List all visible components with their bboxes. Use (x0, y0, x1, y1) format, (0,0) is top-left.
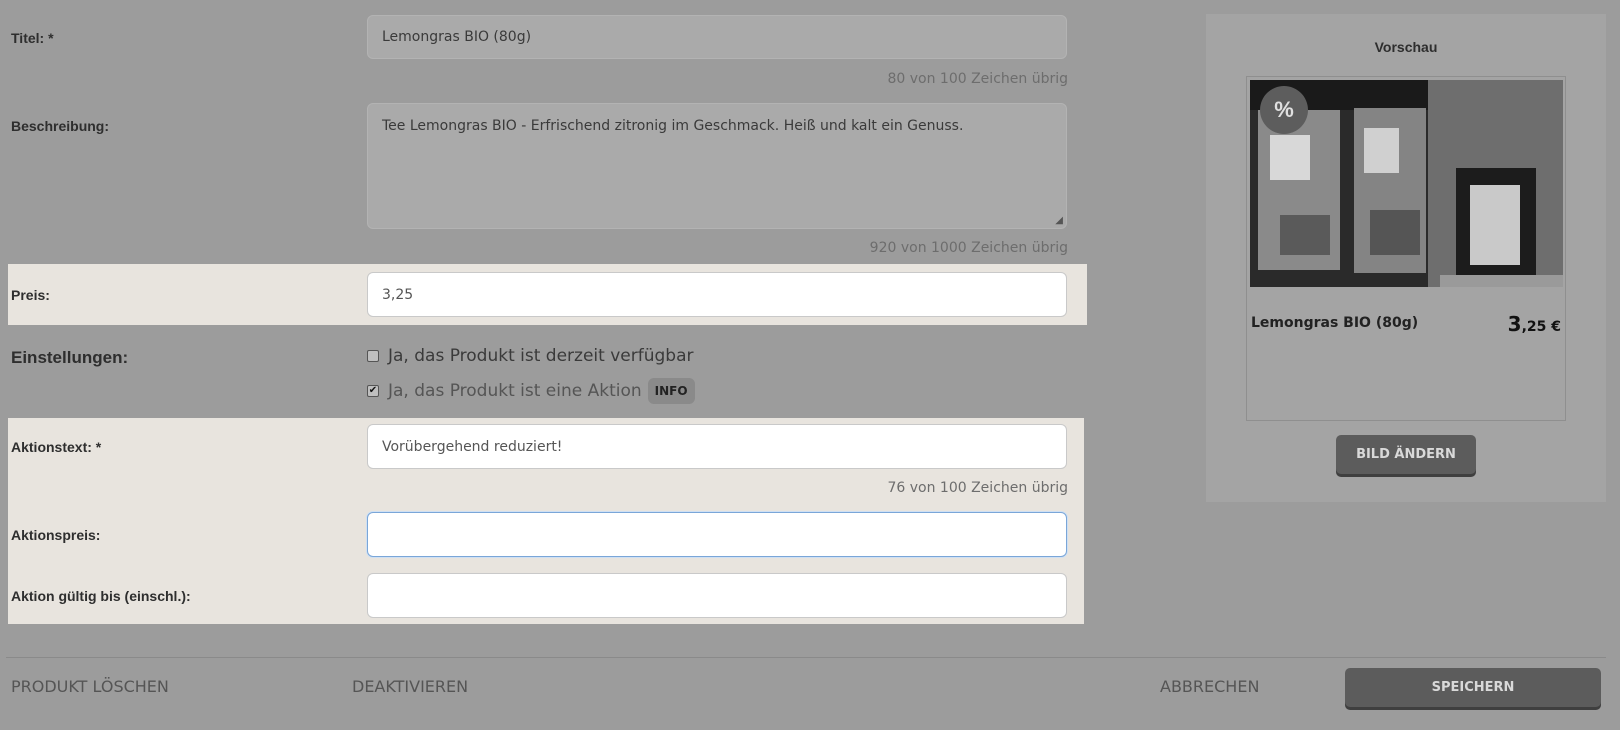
available-checkbox-row[interactable]: Ja, das Produkt ist derzeit verfügbar (367, 346, 693, 366)
product-tile: % Lemongras BIO (80g) 3,25 € (1246, 76, 1566, 421)
title-label: Titel: * (11, 30, 54, 46)
promo-checkbox[interactable]: ✔ (367, 385, 379, 397)
price-input[interactable]: 3,25 (367, 272, 1067, 317)
delete-product-button[interactable]: PRODUKT LÖSCHEN (11, 677, 169, 696)
promo-valid-label: Aktion gültig bis (einschl.): (11, 588, 191, 604)
change-image-button[interactable]: BILD ÄNDERN (1336, 435, 1476, 474)
info-badge[interactable]: INFO (647, 378, 695, 404)
promo-text-counter: 76 von 100 Zeichen übrig (887, 480, 1068, 496)
title-input-value: Lemongras BIO (80g) (382, 29, 532, 45)
price-input-value: 3,25 (382, 286, 414, 303)
promo-valid-input[interactable] (367, 573, 1067, 618)
footer-divider (6, 657, 1606, 658)
preview-price-rest: ,25 € (1521, 319, 1561, 335)
description-textarea[interactable]: Tee Lemongras BIO - Erfrischend zitronig… (367, 103, 1067, 229)
promo-price-label: Aktionspreis: (11, 527, 101, 543)
promo-text-input[interactable]: Vorübergehend reduziert! (367, 424, 1067, 469)
cancel-button[interactable]: ABBRECHEN (1160, 677, 1259, 696)
available-checkbox[interactable] (367, 350, 379, 362)
save-button[interactable]: SPEICHERN (1345, 668, 1601, 707)
promo-checkbox-label: Ja, das Produkt ist eine Aktion (388, 381, 642, 401)
preview-price: 3,25 € (1508, 312, 1561, 336)
resize-handle-icon[interactable]: ◢ (1055, 215, 1063, 226)
preview-product-name: Lemongras BIO (80g) (1251, 315, 1419, 331)
product-image: % (1250, 80, 1563, 287)
discount-badge: % (1260, 86, 1308, 134)
description-counter: 920 von 1000 Zeichen übrig (869, 240, 1068, 256)
available-checkbox-label: Ja, das Produkt ist derzeit verfügbar (388, 346, 694, 366)
description-textarea-value: Tee Lemongras BIO - Erfrischend zitronig… (382, 118, 964, 134)
price-label: Preis: (11, 287, 50, 303)
preview-heading: Vorschau (1374, 39, 1438, 55)
promo-checkbox-row[interactable]: ✔ Ja, das Produkt ist eine Aktion INFO (367, 378, 695, 404)
promo-text-label: Aktionstext: * (11, 439, 102, 455)
promo-price-input[interactable] (367, 512, 1067, 557)
deactivate-button[interactable]: DEAKTIVIEREN (352, 677, 468, 696)
description-label: Beschreibung: (11, 118, 110, 134)
title-counter: 80 von 100 Zeichen übrig (887, 71, 1068, 87)
settings-heading: Einstellungen: (11, 348, 129, 367)
promo-text-input-value: Vorübergehend reduziert! (382, 438, 563, 455)
preview-price-main: 3 (1507, 312, 1522, 336)
preview-card: Vorschau % Lemongras BIO (80g) 3,25 € BI… (1206, 14, 1606, 502)
title-input[interactable]: Lemongras BIO (80g) (367, 15, 1067, 59)
